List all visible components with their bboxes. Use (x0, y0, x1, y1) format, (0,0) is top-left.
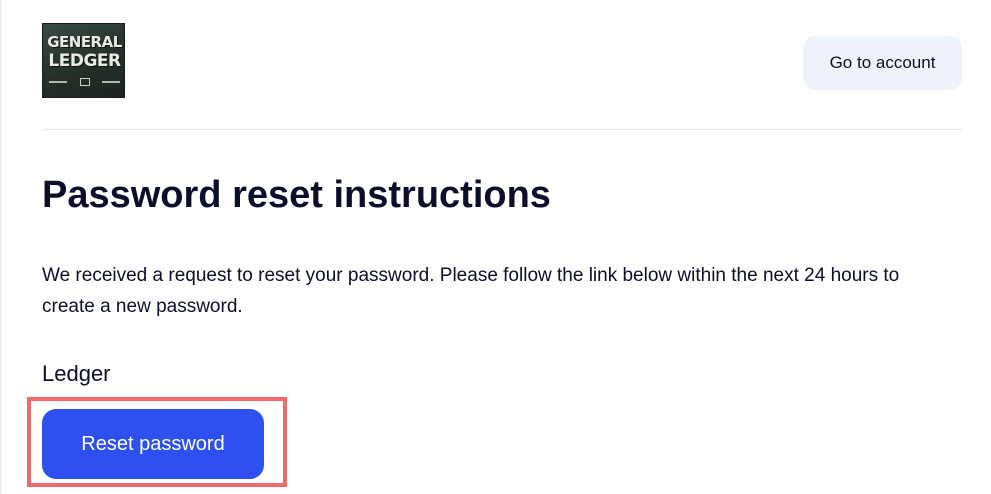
general-ledger-logo: GENERAL LEDGER (42, 23, 125, 98)
logo-text-line2: LEDGER (48, 51, 121, 71)
page-title: Password reset instructions (42, 174, 551, 216)
logo-rule-right (102, 80, 120, 83)
go-to-account-button[interactable]: Go to account (803, 36, 962, 90)
logo-text-line1: GENERAL (47, 33, 122, 51)
logo-rule-left (49, 80, 67, 83)
reset-instructions-text: We received a request to reset your pass… (42, 265, 900, 317)
email-page: GENERAL LEDGER Go to account Password re… (0, 0, 991, 494)
reset-password-button[interactable]: Reset password (42, 409, 264, 479)
product-name-label: Ledger (42, 361, 111, 386)
header-divider (42, 129, 962, 130)
logo-ledger-icon (79, 77, 90, 86)
logo-decoration (49, 77, 120, 86)
